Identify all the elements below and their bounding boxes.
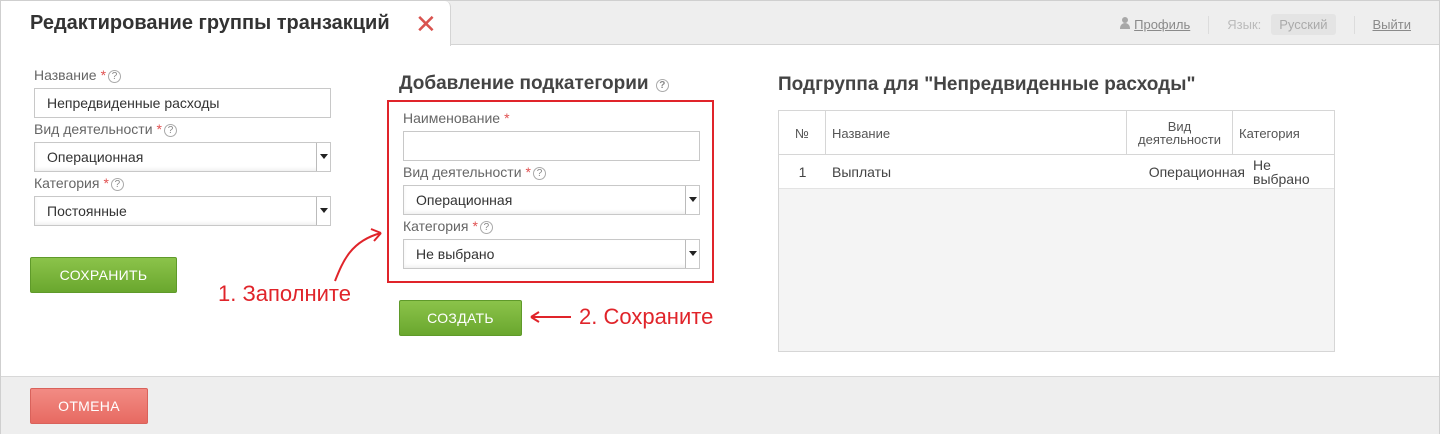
save-button[interactable]: СОХРАНИТЬ	[30, 257, 177, 293]
activity-select-value: Операционная	[47, 149, 144, 165]
create-button[interactable]: СОЗДАТЬ	[399, 300, 522, 336]
modal-window: Редактирование группы транзакций ✕ Профи…	[0, 0, 1440, 434]
table-header: № Название Вид деятельности Категория	[779, 111, 1334, 155]
sub-name-label: Наименование *	[403, 110, 510, 126]
required-mark: *	[156, 121, 162, 137]
help-icon[interactable]: ?	[479, 221, 493, 234]
sub-activity-label: Вид деятельности *?	[403, 164, 546, 180]
required-mark: *	[103, 175, 109, 191]
activity-select[interactable]: Операционная	[34, 142, 331, 172]
sub-name-input[interactable]	[403, 131, 700, 161]
activity-label: Вид деятельности *?	[34, 121, 177, 137]
chevron-down-icon[interactable]	[685, 240, 699, 268]
required-mark: *	[472, 218, 478, 234]
required-mark: *	[504, 110, 510, 126]
help-icon[interactable]: ?	[533, 167, 546, 180]
row-category: Не выбрано	[1253, 157, 1310, 187]
column-number[interactable]: №	[779, 111, 826, 155]
category-label: Категория *?	[34, 175, 124, 191]
sub-category-label-text: Категория	[403, 218, 469, 234]
category-label-text: Категория	[34, 175, 100, 191]
page-title: Редактирование группы транзакций	[30, 12, 390, 34]
sub-activity-select[interactable]: Операционная	[403, 185, 700, 215]
annotation-step1: 1. Заполните	[218, 281, 351, 306]
column-category[interactable]: Категория	[1233, 111, 1334, 155]
help-icon[interactable]: ?	[110, 178, 124, 191]
chevron-down-icon[interactable]	[685, 186, 699, 214]
help-icon[interactable]: ?	[164, 124, 177, 137]
required-mark: *	[525, 164, 531, 180]
group-name-input[interactable]: Непредвиденные расходы	[34, 88, 331, 118]
row-number: 1	[798, 164, 807, 180]
sub-category-label: Категория *?	[403, 218, 493, 234]
logout-link[interactable]: Выйти	[1373, 17, 1412, 32]
category-select-value: Постоянные	[47, 203, 127, 219]
annotation-step2: 2. Сохраните	[579, 304, 714, 329]
sub-name-label-text: Наименование	[403, 110, 501, 126]
close-icon[interactable]: ✕	[415, 11, 437, 37]
column-name[interactable]: Название	[826, 111, 1127, 155]
help-icon[interactable]: ?	[108, 70, 122, 83]
active-tab: Редактирование группы транзакций ✕	[1, 1, 451, 46]
language-label: Язык:	[1227, 17, 1262, 32]
profile-label: Профиль	[1134, 17, 1191, 32]
top-nav: Профиль Язык: Русский Выйти	[1120, 14, 1411, 35]
top-bar: Редактирование группы транзакций ✕ Профи…	[1, 1, 1439, 46]
sub-activity-label-text: Вид деятельности	[403, 164, 522, 180]
sub-category-select[interactable]: Не выбрано	[403, 239, 700, 269]
required-mark: *	[100, 67, 107, 83]
language-select[interactable]: Русский	[1271, 14, 1336, 35]
subgroup-table: № Название Вид деятельности Категория 1 …	[778, 110, 1335, 352]
sub-activity-select-value: Операционная	[416, 192, 513, 208]
help-icon[interactable]: ?	[655, 79, 669, 92]
subcategory-title-text: Добавление подкатегории	[399, 73, 649, 94]
divider	[1353, 15, 1355, 34]
subcategory-title: Добавление подкатегории ?	[399, 73, 669, 95]
category-select[interactable]: Постоянные	[34, 196, 331, 226]
column-activity[interactable]: Вид деятельности	[1127, 111, 1233, 155]
cancel-button[interactable]: ОТМЕНА	[30, 388, 148, 424]
table-row[interactable]: 1 Выплаты Операционная Не выбрано	[779, 155, 1334, 189]
sub-category-select-value: Не выбрано	[416, 246, 495, 262]
row-name: Выплаты	[832, 164, 892, 180]
subgroup-title: Подгруппа для "Непредвиденные расходы"	[778, 74, 1196, 95]
activity-label-text: Вид деятельности	[34, 121, 153, 137]
footer-bar: ОТМЕНА	[1, 376, 1439, 434]
profile-link[interactable]: Профиль	[1120, 17, 1190, 32]
name-label-text: Название	[34, 67, 97, 83]
name-label: Название *?	[34, 67, 122, 83]
chevron-down-icon[interactable]	[316, 143, 330, 171]
row-activity: Операционная	[1148, 164, 1245, 180]
annotation-arrow-2	[530, 311, 571, 323]
user-icon	[1120, 17, 1131, 29]
divider	[1208, 15, 1210, 34]
